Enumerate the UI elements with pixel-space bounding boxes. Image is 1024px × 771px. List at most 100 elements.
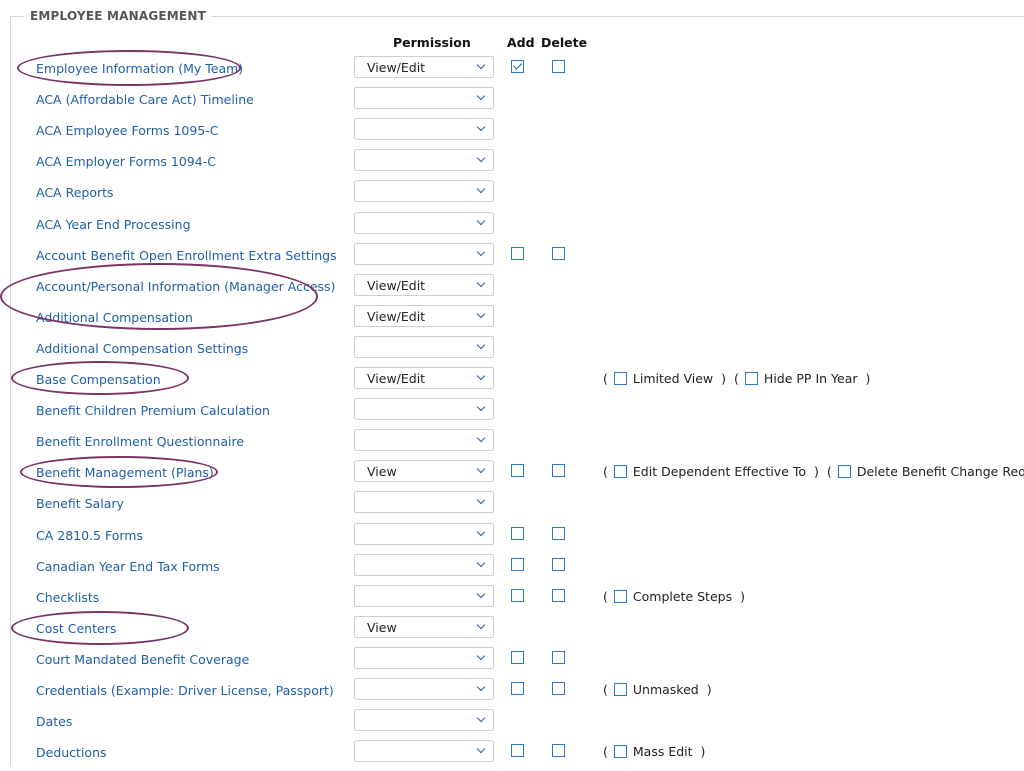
chevron-down-icon [476,340,486,350]
permission-link[interactable]: Cost Centers [36,621,116,636]
permission-link[interactable]: Base Compensation [36,372,161,387]
delete-checkbox[interactable] [552,744,565,758]
add-checkbox[interactable] [511,588,524,602]
permission-select[interactable]: View [354,460,494,483]
permission-link[interactable]: ACA Reports [36,185,114,200]
permission-link[interactable]: Dates [36,714,72,729]
permission-row: Dates [0,709,1024,740]
chevron-down-icon [476,402,486,412]
permission-link[interactable]: ACA Employer Forms 1094-C [36,154,216,169]
add-checkbox[interactable] [511,526,524,540]
permission-row: Benefit Enrollment Questionnaire [0,429,1024,460]
permission-link[interactable]: Account/Personal Information (Manager Ac… [36,279,335,294]
extra-options: (Limited View) (Hide PP In Year) [601,371,876,386]
permission-row: Base Compensation View/Edit (Limited View)… [0,367,1024,398]
paren-open: ( [734,371,739,386]
extra-options: (Unmasked) [601,682,718,697]
chevron-down-icon [476,247,486,256]
permission-row: Additional Compensation View/Edit [0,304,1024,336]
permission-select[interactable]: View [354,615,494,638]
extra-option-checkbox[interactable] [613,589,627,603]
permission-link[interactable]: ACA (Affordable Care Act) Timeline [36,92,254,107]
permission-select-value: View [367,619,397,635]
permission-link[interactable]: Additional Compensation [36,310,193,325]
chevron-down-icon [476,154,486,163]
delete-checkbox[interactable] [552,650,565,664]
add-checkbox[interactable] [511,682,524,695]
permission-link[interactable]: Credentials (Example: Driver License, Pa… [36,683,334,698]
add-checkbox[interactable] [511,246,524,260]
permission-select[interactable] [354,678,494,700]
permission-link[interactable]: Account Benefit Open Enrollment Extra Se… [36,248,337,263]
permission-link[interactable]: Checklists [36,590,99,605]
delete-checkbox[interactable] [552,682,565,695]
extra-option-checkbox[interactable] [837,465,851,479]
extra-option-label: Hide PP In Year [763,371,858,386]
permission-select[interactable] [354,553,494,576]
permission-select[interactable] [354,429,494,452]
permission-select[interactable] [354,491,494,514]
extra-option-checkbox[interactable] [613,372,627,385]
permission-select[interactable] [354,87,494,110]
permission-link[interactable]: ACA Employee Forms 1095-C [36,123,219,138]
permission-select[interactable] [354,740,494,763]
permission-select[interactable]: View/Edit [354,273,494,296]
permission-row: ACA (Affordable Care Act) Timeline [0,87,1024,118]
permission-link[interactable]: CA 2810.5 Forms [36,528,143,543]
delete-checkbox[interactable] [552,588,565,602]
delete-checkbox[interactable] [552,526,565,540]
chevron-down-icon [476,682,486,692]
chevron-down-icon [476,558,486,567]
add-checkbox[interactable] [511,60,524,73]
chevron-down-icon [476,651,486,661]
permission-link[interactable]: Benefit Children Premium Calculation [36,403,270,418]
permission-select[interactable] [354,709,494,732]
paren-close: ) [865,371,871,386]
permission-row: Additional Compensation Settings [0,335,1024,367]
permission-link[interactable]: Canadian Year End Tax Forms [36,559,220,574]
permission-select[interactable] [354,180,494,203]
delete-checkbox[interactable] [552,60,565,73]
permission-link[interactable]: Benefit Enrollment Questionnaire [36,434,244,449]
permission-link[interactable]: ACA Year End Processing [36,217,191,232]
permission-select[interactable] [354,242,494,265]
permission-select[interactable] [354,211,494,234]
column-header-delete: Delete [541,35,588,50]
permission-select[interactable]: View/Edit [354,367,494,389]
permission-select[interactable] [354,646,494,669]
chevron-down-icon [476,589,486,598]
permission-row: ACA Employer Forms 1094-C [0,149,1024,180]
permission-select-value: View/Edit [367,60,426,75]
add-checkbox[interactable] [511,650,524,664]
column-header-permission: Permission [393,35,471,50]
permission-link[interactable]: Court Mandated Benefit Coverage [36,652,249,667]
add-checkbox[interactable] [511,557,524,571]
permission-link[interactable]: Employee Information (My Team) [36,61,243,76]
permission-link[interactable]: Benefit Management (Plans) [36,465,214,480]
add-checkbox[interactable] [511,744,524,758]
permission-select[interactable] [354,118,494,141]
extra-option-label: Delete Benefit Change Request [856,464,1024,480]
permission-link[interactable]: Additional Compensation Settings [36,341,248,356]
extra-options: (Mass Edit) [601,744,711,759]
permission-select[interactable] [354,398,494,421]
delete-checkbox[interactable] [552,557,565,571]
permission-select[interactable] [354,335,494,358]
add-checkbox[interactable] [511,464,524,478]
extra-option-checkbox[interactable] [613,745,627,759]
permission-select[interactable] [354,149,494,172]
permission-link[interactable]: Benefit Salary [36,496,124,511]
permission-select[interactable] [354,584,494,607]
delete-checkbox[interactable] [552,246,565,260]
permission-row: Canadian Year End Tax Forms [0,553,1024,585]
permission-link[interactable]: Deductions [36,745,107,760]
permission-select[interactable]: View/Edit [354,304,494,327]
extra-option-checkbox[interactable] [613,683,627,696]
paren-close: ) [740,588,745,604]
permission-select[interactable]: View/Edit [354,56,494,78]
extra-options: (Edit Dependent Effective To) (Delete Ben… [601,464,1024,479]
extra-option-checkbox[interactable] [613,465,627,479]
permission-select[interactable] [354,522,494,545]
delete-checkbox[interactable] [552,464,565,478]
extra-option-checkbox[interactable] [744,372,758,385]
